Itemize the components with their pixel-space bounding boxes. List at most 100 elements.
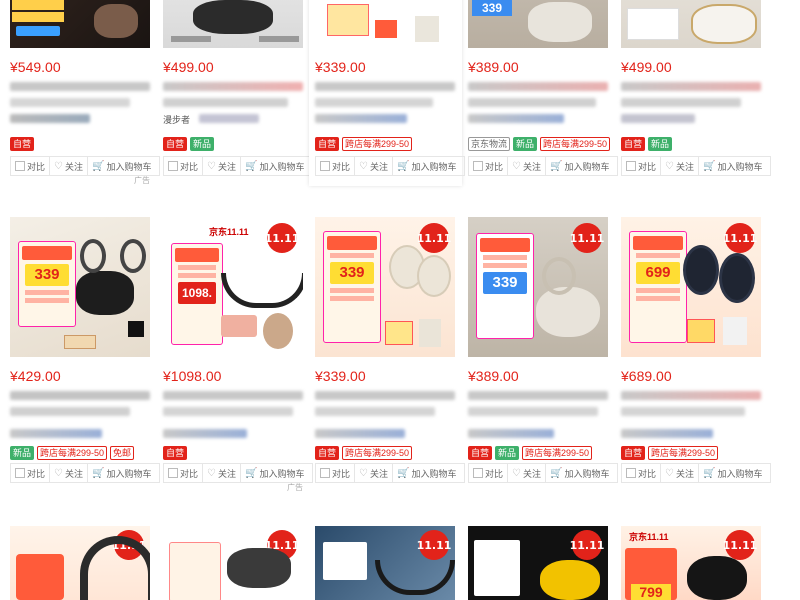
product-price: ¥549.00 bbox=[10, 59, 61, 75]
product-shop[interactable] bbox=[468, 114, 564, 123]
product-title[interactable] bbox=[315, 391, 455, 400]
compare-button[interactable]: 对比 bbox=[316, 464, 356, 482]
product-card[interactable]: ¥339.00 自营 跨店每满299-50 对比 ♡ 关注 🛒 加入购物车 bbox=[309, 0, 465, 186]
cart-icon: 🛒 bbox=[397, 160, 410, 172]
tag-jd-logistics: 京东物流 bbox=[468, 137, 511, 151]
product-tags: 自营 跨店每满299-50 bbox=[315, 446, 413, 460]
product-shop[interactable] bbox=[10, 429, 102, 438]
product-title[interactable] bbox=[468, 82, 608, 91]
compare-button[interactable]: 对比 bbox=[469, 464, 509, 482]
product-image[interactable]: 京东11.11 11.11 1098. bbox=[163, 217, 303, 357]
product-title[interactable] bbox=[621, 391, 761, 400]
product-card[interactable]: ¥499.00 漫步者 自营 新品 对比 ♡ 关注 🛒 加入购物车 bbox=[163, 0, 316, 178]
product-title[interactable] bbox=[315, 82, 455, 91]
add-cart-button[interactable]: 🛒 加入购物车 bbox=[393, 157, 460, 175]
product-title[interactable] bbox=[621, 82, 761, 91]
add-cart-button[interactable]: 🛒 加入购物车 bbox=[699, 464, 766, 482]
product-image[interactable]: 11.11 bbox=[10, 526, 150, 600]
compare-button[interactable]: 对比 bbox=[622, 157, 662, 175]
product-card[interactable]: 11.11 339 ¥339.00 自营 跨店每满299-50 对比 ♡ 关注 🛒… bbox=[315, 217, 468, 487]
product-card[interactable]: 339 ¥429.00 新品 跨店每满299-50 免邮 对比 ♡ 关注 🛒 加入购… bbox=[10, 217, 163, 487]
product-card[interactable]: 11.11 bbox=[315, 526, 468, 600]
ad-label: 广告 bbox=[287, 483, 303, 492]
product-image[interactable]: 11.11 bbox=[315, 526, 455, 600]
product-card[interactable]: 11.11 699 ¥689.00 自营 跨店每满299-50 对比 ♡ 关注 🛒… bbox=[621, 217, 774, 487]
compare-button[interactable]: 对比 bbox=[164, 464, 204, 482]
product-image[interactable]: 11.11 699 bbox=[621, 217, 761, 357]
product-card[interactable]: 11.11 bbox=[468, 526, 621, 600]
follow-button[interactable]: ♡ 关注 bbox=[661, 157, 699, 175]
add-cart-label: 加入购物车 bbox=[259, 468, 305, 479]
tag-self: 自营 bbox=[163, 446, 188, 460]
promo-price: 699 bbox=[636, 262, 680, 284]
follow-button[interactable]: ♡ 关注 bbox=[203, 464, 241, 482]
add-cart-button[interactable]: 🛒 加入购物车 bbox=[546, 464, 613, 482]
follow-button[interactable]: ♡ 关注 bbox=[50, 157, 88, 175]
product-shop[interactable] bbox=[468, 429, 554, 438]
product-card[interactable]: ¥549.00 自营 对比 ♡ 关注 🛒 加入购物车 bbox=[10, 0, 163, 178]
add-cart-button[interactable]: 🛒 加入购物车 bbox=[546, 157, 613, 175]
compare-label: 对比 bbox=[332, 468, 351, 479]
product-card[interactable]: ¥499.00 自营 新品 对比 ♡ 关注 🛒 加入购物车 bbox=[621, 0, 774, 178]
product-image[interactable]: 11.11 339 bbox=[315, 217, 455, 357]
compare-button[interactable]: 对比 bbox=[469, 157, 509, 175]
product-shop[interactable] bbox=[10, 114, 90, 123]
tag-cross-store: 跨店每满299-50 bbox=[540, 137, 611, 151]
product-card[interactable]: 11.11 bbox=[10, 526, 163, 600]
product-title[interactable] bbox=[468, 391, 608, 400]
compare-button[interactable]: 对比 bbox=[316, 157, 356, 175]
product-image[interactable] bbox=[315, 0, 455, 48]
add-cart-label: 加入购物车 bbox=[106, 161, 152, 172]
product-card[interactable]: 京东11.11 11.11 799 bbox=[621, 526, 774, 600]
product-shop[interactable] bbox=[163, 429, 247, 438]
tag-cross-store: 跨店每满299-50 bbox=[342, 137, 413, 151]
product-image[interactable]: 339 bbox=[468, 0, 608, 48]
product-title[interactable] bbox=[163, 391, 303, 400]
follow-button[interactable]: ♡ 关注 bbox=[355, 464, 393, 482]
add-cart-button[interactable]: 🛒 加入购物车 bbox=[241, 464, 308, 482]
product-price: ¥689.00 bbox=[621, 368, 672, 384]
product-title[interactable] bbox=[10, 82, 150, 91]
add-cart-button[interactable]: 🛒 加入购物车 bbox=[88, 464, 155, 482]
product-card[interactable]: 11.11 339 ¥389.00 自营 新品 跨店每满299-50 对比 ♡ 关… bbox=[468, 217, 621, 487]
follow-button[interactable]: ♡ 关注 bbox=[508, 464, 546, 482]
product-title[interactable] bbox=[163, 82, 303, 91]
add-cart-button[interactable]: 🛒 加入购物车 bbox=[699, 157, 766, 175]
follow-button[interactable]: ♡ 关注 bbox=[50, 464, 88, 482]
compare-button[interactable]: 对比 bbox=[622, 464, 662, 482]
checkbox-icon bbox=[320, 468, 330, 478]
product-image[interactable]: 11.11 339 bbox=[468, 217, 608, 357]
add-cart-button[interactable]: 🛒 加入购物车 bbox=[241, 157, 308, 175]
product-shop[interactable] bbox=[315, 429, 405, 438]
product-shop[interactable] bbox=[621, 429, 713, 438]
follow-button[interactable]: ♡ 关注 bbox=[508, 157, 546, 175]
product-card[interactable]: 339 ¥389.00 京东物流 新品 跨店每满299-50 对比 ♡ 关注 🛒 加… bbox=[468, 0, 621, 178]
product-image[interactable]: 京东11.11 11.11 799 bbox=[621, 526, 761, 600]
compare-button[interactable]: 对比 bbox=[164, 157, 204, 175]
compare-button[interactable]: 对比 bbox=[11, 157, 51, 175]
product-image[interactable] bbox=[10, 0, 150, 48]
product-image[interactable] bbox=[163, 0, 303, 48]
product-shop[interactable] bbox=[315, 114, 407, 123]
product-title-line bbox=[468, 98, 596, 107]
add-cart-button[interactable]: 🛒 加入购物车 bbox=[88, 157, 155, 175]
product-image[interactable]: 11.11 bbox=[468, 526, 608, 600]
promo-sticker: 339 bbox=[18, 241, 76, 327]
product-image[interactable]: 339 bbox=[10, 217, 150, 357]
heart-icon: ♡ bbox=[512, 467, 521, 479]
product-card[interactable]: 11.11 bbox=[163, 526, 316, 600]
action-bar: 对比 ♡ 关注 🛒 加入购物车 bbox=[10, 463, 160, 483]
product-image[interactable] bbox=[621, 0, 761, 48]
product-shop[interactable]: 漫步者 bbox=[163, 113, 190, 126]
follow-button[interactable]: ♡ 关注 bbox=[661, 464, 699, 482]
product-shop[interactable] bbox=[621, 114, 695, 123]
follow-button[interactable]: ♡ 关注 bbox=[355, 157, 393, 175]
event-badge: 11.11 bbox=[417, 223, 451, 253]
add-cart-button[interactable]: 🛒 加入购物车 bbox=[393, 464, 460, 482]
product-image[interactable]: 11.11 bbox=[163, 526, 303, 600]
follow-button[interactable]: ♡ 关注 bbox=[203, 157, 241, 175]
product-title[interactable] bbox=[10, 391, 150, 400]
promo-line bbox=[483, 263, 527, 268]
compare-button[interactable]: 对比 bbox=[11, 464, 51, 482]
product-card[interactable]: 京东11.11 11.11 1098. ¥1098.00 自营 对比 ♡ 关注 🛒… bbox=[163, 217, 316, 487]
